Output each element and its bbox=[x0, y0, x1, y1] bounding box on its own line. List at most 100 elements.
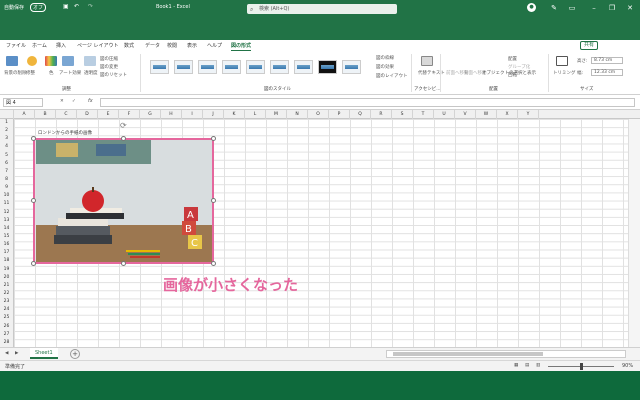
column-header[interactable]: B bbox=[35, 110, 56, 119]
picture-style-2[interactable] bbox=[174, 60, 193, 74]
row-header[interactable]: 9 bbox=[0, 184, 14, 193]
transparency-icon[interactable] bbox=[84, 56, 96, 66]
maximize-button[interactable]: ❐ bbox=[606, 2, 618, 14]
column-header[interactable]: S bbox=[392, 110, 413, 119]
cell-a2-text[interactable]: ロンドンからの手紙の画像 bbox=[38, 130, 92, 136]
picture-border-button[interactable]: 図の枠線 bbox=[376, 55, 394, 61]
resize-handle-top-right[interactable] bbox=[211, 136, 216, 141]
zoom-slider-knob[interactable] bbox=[580, 363, 583, 370]
close-button[interactable]: ✕ bbox=[624, 2, 636, 14]
row-header[interactable]: 7 bbox=[0, 167, 14, 176]
row-header[interactable]: 20 bbox=[0, 273, 14, 282]
group-button[interactable]: グループ化 bbox=[508, 64, 530, 70]
picture-style-8[interactable] bbox=[318, 60, 337, 74]
column-header[interactable]: T bbox=[413, 110, 434, 119]
row-header[interactable]: 8 bbox=[0, 176, 14, 185]
column-header[interactable]: Y bbox=[518, 110, 539, 119]
tab-review[interactable]: 校閲 bbox=[167, 42, 177, 49]
autosave-toggle[interactable]: オフ bbox=[30, 3, 47, 12]
row-header[interactable]: 19 bbox=[0, 265, 14, 274]
align-button[interactable]: 配置 bbox=[508, 56, 517, 62]
pen-icon[interactable]: ✎ bbox=[548, 2, 560, 14]
resize-handle-bottom[interactable] bbox=[121, 261, 126, 266]
column-header[interactable]: K bbox=[224, 110, 245, 119]
column-header[interactable]: D bbox=[77, 110, 98, 119]
resize-handle-bottom-left[interactable] bbox=[31, 261, 36, 266]
redo-icon[interactable]: ↷ bbox=[88, 3, 93, 10]
row-header[interactable]: 13 bbox=[0, 216, 14, 225]
column-header[interactable]: A bbox=[14, 110, 35, 119]
column-header[interactable]: O bbox=[308, 110, 329, 119]
row-header[interactable]: 14 bbox=[0, 224, 14, 233]
page-break-view-icon[interactable]: ▥ bbox=[536, 363, 540, 368]
sheet-tab-sheet1[interactable]: Sheet1 bbox=[30, 348, 58, 359]
next-sheet-icon[interactable]: ▶ bbox=[15, 351, 18, 356]
row-header[interactable]: 5 bbox=[0, 151, 14, 160]
column-header[interactable]: V bbox=[455, 110, 476, 119]
row-header[interactable]: 16 bbox=[0, 241, 14, 250]
artistic-effects-icon[interactable] bbox=[62, 56, 74, 66]
column-header[interactable]: W bbox=[476, 110, 497, 119]
row-header[interactable]: 12 bbox=[0, 208, 14, 217]
name-box[interactable]: 図 4 bbox=[3, 98, 43, 107]
row-header[interactable]: 28 bbox=[0, 338, 14, 347]
row-header[interactable]: 11 bbox=[0, 200, 14, 209]
cancel-icon[interactable]: ✕ bbox=[60, 99, 64, 104]
column-header[interactable]: E bbox=[98, 110, 119, 119]
row-header[interactable]: 27 bbox=[0, 330, 14, 339]
fx-icon[interactable]: fx bbox=[88, 98, 93, 104]
enter-icon[interactable]: ✓ bbox=[72, 99, 76, 104]
undo-icon[interactable]: ↶ bbox=[74, 3, 79, 10]
row-header[interactable]: 23 bbox=[0, 298, 14, 307]
column-header[interactable]: N bbox=[287, 110, 308, 119]
picture-style-7[interactable] bbox=[294, 60, 313, 74]
picture-style-1[interactable] bbox=[150, 60, 169, 74]
column-header[interactable]: L bbox=[245, 110, 266, 119]
vertical-scrollbar[interactable] bbox=[628, 119, 640, 347]
row-header[interactable]: 2 bbox=[0, 127, 14, 136]
column-header[interactable]: I bbox=[182, 110, 203, 119]
row-header[interactable]: 1 bbox=[0, 119, 14, 128]
color-icon[interactable] bbox=[45, 56, 57, 66]
height-input[interactable]: 8.73 cm bbox=[591, 57, 623, 64]
save-icon[interactable]: ▣ bbox=[63, 3, 69, 10]
page-layout-view-icon[interactable]: ▤ bbox=[525, 363, 529, 368]
row-header[interactable]: 21 bbox=[0, 281, 14, 290]
tab-insert[interactable]: 挿入 bbox=[56, 42, 66, 49]
picture-style-4[interactable] bbox=[222, 60, 241, 74]
resize-handle-top[interactable] bbox=[121, 136, 126, 141]
horizontal-scrollbar[interactable] bbox=[386, 350, 626, 358]
column-header[interactable]: X bbox=[497, 110, 518, 119]
rotate-handle-icon[interactable]: ⟳ bbox=[120, 121, 127, 130]
tab-data[interactable]: データ bbox=[145, 42, 160, 49]
row-header[interactable]: 18 bbox=[0, 257, 14, 266]
picture-style-3[interactable] bbox=[198, 60, 217, 74]
row-header[interactable]: 15 bbox=[0, 233, 14, 242]
scroll-thumb[interactable] bbox=[393, 352, 543, 356]
add-sheet-icon[interactable]: + bbox=[70, 349, 80, 359]
column-header[interactable]: H bbox=[161, 110, 182, 119]
picture-effects-button[interactable]: 図の効果 bbox=[376, 64, 394, 70]
picture-style-6[interactable] bbox=[270, 60, 289, 74]
tab-view[interactable]: 表示 bbox=[187, 42, 197, 49]
row-header[interactable]: 10 bbox=[0, 192, 14, 201]
column-header[interactable]: M bbox=[266, 110, 287, 119]
column-header[interactable]: F bbox=[119, 110, 140, 119]
resize-handle-left[interactable] bbox=[31, 198, 36, 203]
alt-text-icon[interactable] bbox=[421, 56, 433, 66]
rotate-button[interactable]: 回転 bbox=[508, 72, 517, 78]
worksheet-grid[interactable]: ABCDEFGHIJKLMNOPQRSTUVWXY 1 2 3 4 5 6 7 8 9 10 11 1… bbox=[0, 110, 640, 347]
crop-icon[interactable] bbox=[556, 56, 568, 66]
zoom-level[interactable]: 90% bbox=[622, 363, 633, 369]
column-header[interactable]: U bbox=[434, 110, 455, 119]
row-header[interactable]: 26 bbox=[0, 322, 14, 331]
normal-view-icon[interactable]: ▦ bbox=[514, 363, 518, 368]
tab-picture-format[interactable]: 図の形式 bbox=[231, 42, 252, 51]
tab-home[interactable]: ホーム bbox=[32, 42, 47, 49]
row-header[interactable]: 17 bbox=[0, 249, 14, 258]
column-header[interactable]: C bbox=[56, 110, 77, 119]
tab-page-layout[interactable]: ページ レイアウト bbox=[77, 42, 119, 49]
share-button[interactable]: 共有 bbox=[580, 41, 599, 50]
picture-style-5[interactable] bbox=[246, 60, 265, 74]
minimize-button[interactable]: – bbox=[588, 2, 600, 14]
